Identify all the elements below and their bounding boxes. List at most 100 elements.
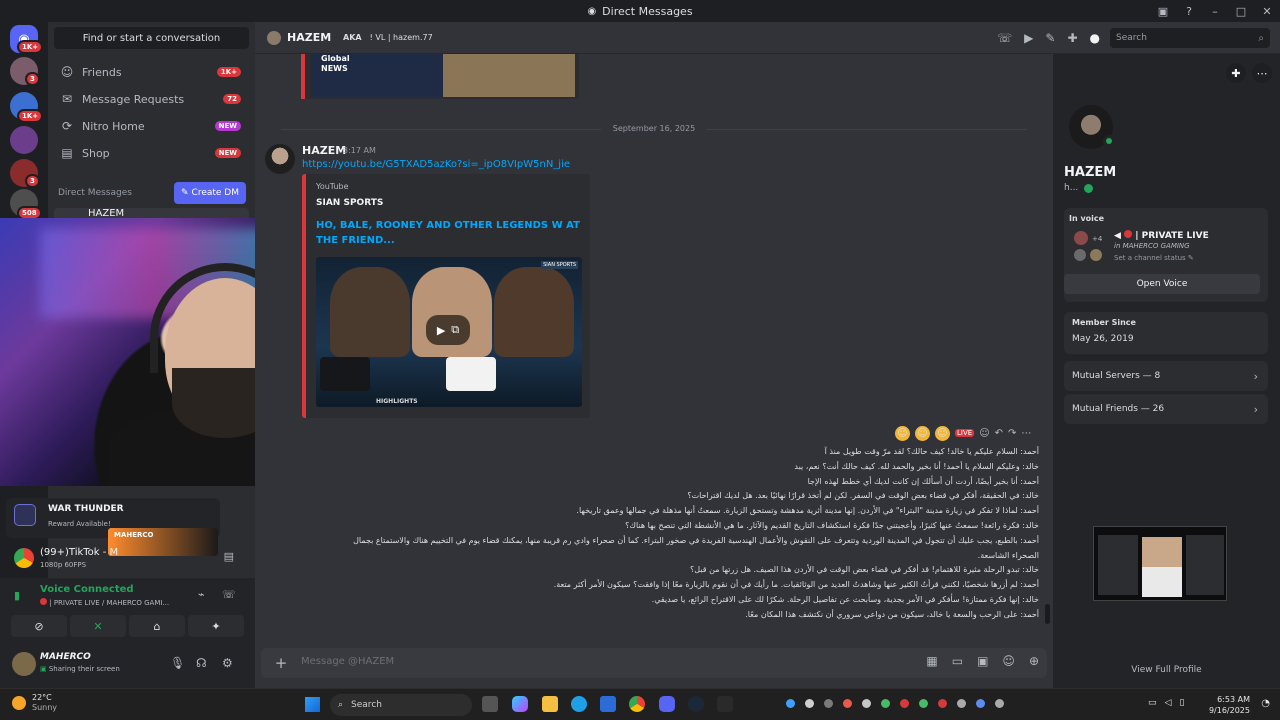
stream-row[interactable]: (99+)TikTok - M 1080p 60FPS ▤ bbox=[10, 544, 246, 574]
file-explorer-icon[interactable] bbox=[542, 696, 558, 712]
headphones-icon[interactable]: ☊ bbox=[196, 656, 207, 670]
channel-status[interactable]: Set a channel status ✎ bbox=[1114, 254, 1194, 262]
profile-avatar[interactable] bbox=[1065, 101, 1117, 153]
voice-channel-name[interactable]: ◀ | PRIVATE LIVE bbox=[1114, 230, 1209, 241]
tray-icon-10[interactable] bbox=[957, 699, 966, 708]
sidebar-item-message-requests[interactable]: ✉ Message Requests 72 bbox=[54, 87, 249, 111]
react-heart-eyes-icon[interactable]: ☺ bbox=[895, 425, 910, 441]
store-icon[interactable] bbox=[600, 696, 616, 712]
create-dm-label: Create DM bbox=[191, 188, 239, 198]
activity-card[interactable]: WAR THUNDER Reward Available! MAHERCO bbox=[6, 498, 220, 556]
weather-widget[interactable]: 22°C Sunny bbox=[12, 693, 57, 713]
thumb-highlights: HIGHLIGHTS bbox=[376, 398, 418, 405]
add-reaction-icon[interactable]: ☺ bbox=[979, 428, 989, 439]
windows-start-icon[interactable] bbox=[305, 697, 320, 712]
edge-icon[interactable] bbox=[571, 696, 587, 712]
create-dm-button[interactable]: ✎ Create DM bbox=[174, 182, 246, 204]
view-full-profile-link[interactable]: View Full Profile bbox=[1053, 665, 1280, 675]
play-button[interactable]: ▶ ⧉ bbox=[426, 315, 470, 345]
taskbar-search[interactable]: ⌕ Search bbox=[330, 694, 472, 716]
mutual-servers-row[interactable]: Mutual Servers — 8 › bbox=[1064, 361, 1268, 391]
mic-icon[interactable]: 🎙 bbox=[170, 656, 185, 670]
emoji-icon[interactable]: ☺ bbox=[1002, 654, 1015, 668]
camera-toggle-button[interactable]: ⊘ bbox=[11, 615, 67, 637]
sidebar-item-nitro-home[interactable]: ⟳ Nitro Home NEW bbox=[54, 114, 249, 138]
super-reaction-icon[interactable]: LIVE bbox=[955, 429, 975, 437]
voice-member-avatar-2 bbox=[1074, 249, 1086, 261]
search-input[interactable]: Search ⌕ bbox=[1110, 28, 1270, 48]
user-profile-icon[interactable]: ● bbox=[1090, 31, 1100, 45]
embed-thumbnail[interactable]: SIAN SPORTS ▶ ⧉ HIGHLIGHTS bbox=[316, 257, 582, 407]
tray-icon-12[interactable] bbox=[995, 699, 1004, 708]
steam-icon[interactable] bbox=[688, 696, 704, 712]
system-tray[interactable]: ▭ ◁ ▯ bbox=[1148, 698, 1184, 708]
voice-call-icon[interactable]: ☏ bbox=[997, 31, 1012, 45]
discord-taskbar-icon[interactable] bbox=[659, 696, 675, 712]
add-friend-icon[interactable]: ✚ bbox=[1226, 63, 1246, 83]
screen-share-preview[interactable] bbox=[1093, 526, 1227, 601]
add-friends-icon[interactable]: ✚ bbox=[1067, 31, 1077, 45]
gift-icon[interactable]: ▦ bbox=[926, 654, 937, 668]
notification-icon[interactable]: ◔ bbox=[1261, 698, 1270, 709]
inbox-icon[interactable]: ▣ bbox=[1150, 5, 1176, 18]
reply-icon[interactable]: ↶ bbox=[995, 428, 1003, 439]
embed-provider[interactable]: YouTube bbox=[316, 182, 349, 191]
chat-scrollbar[interactable] bbox=[1045, 604, 1050, 624]
sidebar-item-shop[interactable]: ▤ Shop NEW bbox=[54, 141, 249, 165]
minimize-button[interactable]: – bbox=[1202, 5, 1228, 18]
soundboard-button[interactable]: ✦ bbox=[188, 615, 244, 637]
noise-suppression-icon[interactable]: ⌁ bbox=[198, 588, 205, 601]
tray-icon-7[interactable] bbox=[900, 699, 909, 708]
attach-plus-icon[interactable]: + bbox=[271, 653, 291, 673]
forward-icon[interactable]: ↷ bbox=[1008, 428, 1016, 439]
apps-icon[interactable]: ⊕ bbox=[1029, 654, 1039, 668]
tray-icon-3[interactable] bbox=[824, 699, 833, 708]
message-avatar[interactable] bbox=[265, 144, 295, 174]
message-input[interactable]: + Message @HAZEM ▦ ▭ ▣ ☺ ⊕ bbox=[261, 648, 1047, 678]
tray-icon-11[interactable] bbox=[976, 699, 985, 708]
embed-title[interactable]: HO, BALE, ROONEY AND OTHER LEGENDS W AT … bbox=[316, 218, 586, 248]
arabic-line: خالد: تبدو الرحلة مثيرة للاهتمام! قد أفك… bbox=[690, 565, 1039, 575]
message-author[interactable]: HAZEM bbox=[302, 144, 346, 157]
react-cry-icon[interactable]: ☺ bbox=[935, 425, 950, 441]
epic-games-icon[interactable] bbox=[717, 696, 733, 712]
tray-icon-6[interactable] bbox=[881, 699, 890, 708]
disconnect-icon[interactable]: ☏ bbox=[222, 588, 236, 601]
more-icon[interactable]: ⋯ bbox=[1021, 428, 1031, 439]
taskbar-clock[interactable]: 6:53 AM 9/16/2025 bbox=[1209, 694, 1250, 716]
online-status-icon bbox=[1103, 135, 1115, 147]
settings-icon[interactable]: ⚙ bbox=[222, 656, 233, 670]
chrome-taskbar-icon[interactable] bbox=[629, 696, 645, 712]
tray-icon-5[interactable] bbox=[862, 699, 871, 708]
open-voice-button[interactable]: Open Voice bbox=[1064, 274, 1260, 294]
user-avatar[interactable] bbox=[12, 652, 36, 676]
maximize-button[interactable]: □ bbox=[1228, 5, 1254, 18]
tray-icon-4[interactable] bbox=[843, 699, 852, 708]
message-link[interactable]: https://youtu.be/G5TXAD5azKo?si=_ipO8VIp… bbox=[302, 159, 570, 170]
pin-icon[interactable]: ✎ bbox=[1045, 31, 1055, 45]
header-user[interactable]: HAZEM bbox=[267, 30, 331, 45]
server-icon-3[interactable] bbox=[10, 126, 38, 154]
react-laugh-icon[interactable]: ☺ bbox=[915, 425, 930, 441]
sidebar-item-friends[interactable]: ☺ Friends 1K+ bbox=[54, 60, 249, 84]
tray-icon-1[interactable] bbox=[786, 699, 795, 708]
sticker-icon[interactable]: ▣ bbox=[977, 654, 988, 668]
copilot-icon[interactable] bbox=[512, 696, 528, 712]
mutual-friends-row[interactable]: Mutual Friends — 26 › bbox=[1064, 394, 1268, 424]
task-view-icon[interactable] bbox=[482, 696, 498, 712]
tray-icon-9[interactable] bbox=[938, 699, 947, 708]
activity-button[interactable]: ⌂ bbox=[129, 615, 185, 637]
stream-settings-icon[interactable]: ▤ bbox=[224, 550, 234, 563]
embed-author[interactable]: SIAN SPORTS bbox=[316, 198, 383, 208]
close-button[interactable]: ✕ bbox=[1254, 5, 1280, 18]
help-icon[interactable]: ? bbox=[1176, 5, 1202, 18]
chevron-right-icon: › bbox=[1253, 402, 1258, 416]
profile-more-icon[interactable]: ⋯ bbox=[1252, 63, 1272, 83]
share-screen-button[interactable]: ✕ bbox=[70, 615, 126, 637]
sidebar-item-label: Nitro Home bbox=[82, 119, 145, 133]
video-call-icon[interactable]: ▶ bbox=[1024, 31, 1033, 45]
tray-icon-2[interactable] bbox=[805, 699, 814, 708]
find-conversation-button[interactable]: Find or start a conversation bbox=[54, 27, 249, 49]
gif-icon[interactable]: ▭ bbox=[952, 654, 963, 668]
tray-icon-8[interactable] bbox=[919, 699, 928, 708]
